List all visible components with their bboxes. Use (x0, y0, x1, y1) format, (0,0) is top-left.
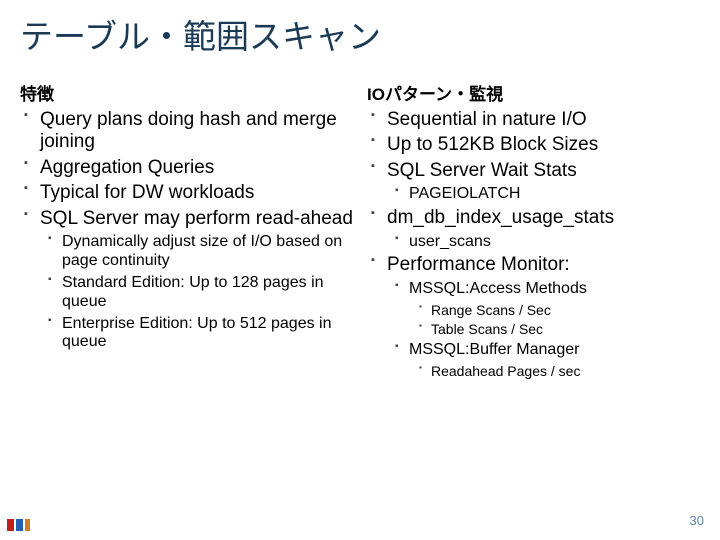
right-list: Sequential in nature I/O Up to 512KB Blo… (365, 109, 702, 379)
list-item: Enterprise Edition: Up to 512 pages in q… (62, 315, 355, 353)
sublist: PAGEIOLATCH (387, 185, 702, 204)
sublist: MSSQL:Access Methods Range Scans / Sec T… (387, 280, 702, 379)
list-text: Query plans doing hash and merge joining (40, 109, 337, 152)
list-text: Enterprise Edition: Up to 512 pages in q… (62, 315, 332, 351)
list-text: SQL Server Wait Stats (387, 160, 577, 181)
list-item: Query plans doing hash and merge joining (40, 109, 355, 154)
sublist: Dynamically adjust size of I/O based on … (40, 233, 355, 352)
sublist: user_scans (387, 233, 702, 252)
left-list: Query plans doing hash and merge joining… (18, 109, 355, 352)
list-item: Up to 512KB Block Sizes (387, 134, 702, 156)
list-text: Readahead Pages / sec (431, 363, 580, 379)
list-text: Up to 512KB Block Sizes (387, 134, 598, 155)
list-item: SQL Server Wait Stats PAGEIOLATCH (387, 160, 702, 204)
list-item: PAGEIOLATCH (409, 185, 702, 204)
list-text: Aggregation Queries (40, 157, 214, 178)
list-item: Sequential in nature I/O (387, 109, 702, 131)
list-text: user_scans (409, 233, 491, 250)
list-item: Readahead Pages / sec (431, 363, 702, 380)
left-heading: 特徴 (20, 80, 355, 105)
list-item: SQL Server may perform read-ahead Dynami… (40, 208, 355, 353)
columns: 特徴 Query plans doing hash and merge join… (18, 76, 702, 382)
list-item: Standard Edition: Up to 128 pages in que… (62, 274, 355, 312)
logo-icon (6, 516, 32, 534)
list-text: Table Scans / Sec (431, 321, 543, 337)
sublist: Readahead Pages / sec (409, 363, 702, 380)
left-column: 特徴 Query plans doing hash and merge join… (18, 76, 355, 382)
list-text: Performance Monitor: (387, 254, 570, 275)
page-number: 30 (690, 513, 704, 528)
list-text: Sequential in nature I/O (387, 109, 587, 130)
slide: テーブル・範囲スキャン 特徴 Query plans doing hash an… (0, 0, 720, 540)
list-item: Range Scans / Sec (431, 302, 702, 319)
list-item: Dynamically adjust size of I/O based on … (62, 233, 355, 271)
list-text: Dynamically adjust size of I/O based on … (62, 233, 342, 269)
list-text: Standard Edition: Up to 128 pages in que… (62, 274, 324, 310)
list-item: Performance Monitor: MSSQL:Access Method… (387, 254, 702, 379)
list-item: MSSQL:Access Methods Range Scans / Sec T… (409, 280, 702, 338)
list-text: Typical for DW workloads (40, 182, 254, 203)
list-item: Typical for DW workloads (40, 182, 355, 204)
right-heading: IOパターン・監視 (367, 80, 702, 105)
list-item: user_scans (409, 233, 702, 252)
list-item: Aggregation Queries (40, 157, 355, 179)
list-item: Table Scans / Sec (431, 321, 702, 338)
list-text: SQL Server may perform read-ahead (40, 208, 353, 229)
sublist: Range Scans / Sec Table Scans / Sec (409, 302, 702, 338)
list-text: MSSQL:Buffer Manager (409, 341, 579, 358)
slide-title: テーブル・範囲スキャン (20, 10, 702, 58)
list-text: MSSQL:Access Methods (409, 280, 587, 297)
list-item: MSSQL:Buffer Manager Readahead Pages / s… (409, 341, 702, 379)
list-text: dm_db_index_usage_stats (387, 207, 614, 228)
list-item: dm_db_index_usage_stats user_scans (387, 207, 702, 251)
list-text: PAGEIOLATCH (409, 185, 520, 202)
right-column: IOパターン・監視 Sequential in nature I/O Up to… (365, 76, 702, 382)
list-text: Range Scans / Sec (431, 302, 551, 318)
